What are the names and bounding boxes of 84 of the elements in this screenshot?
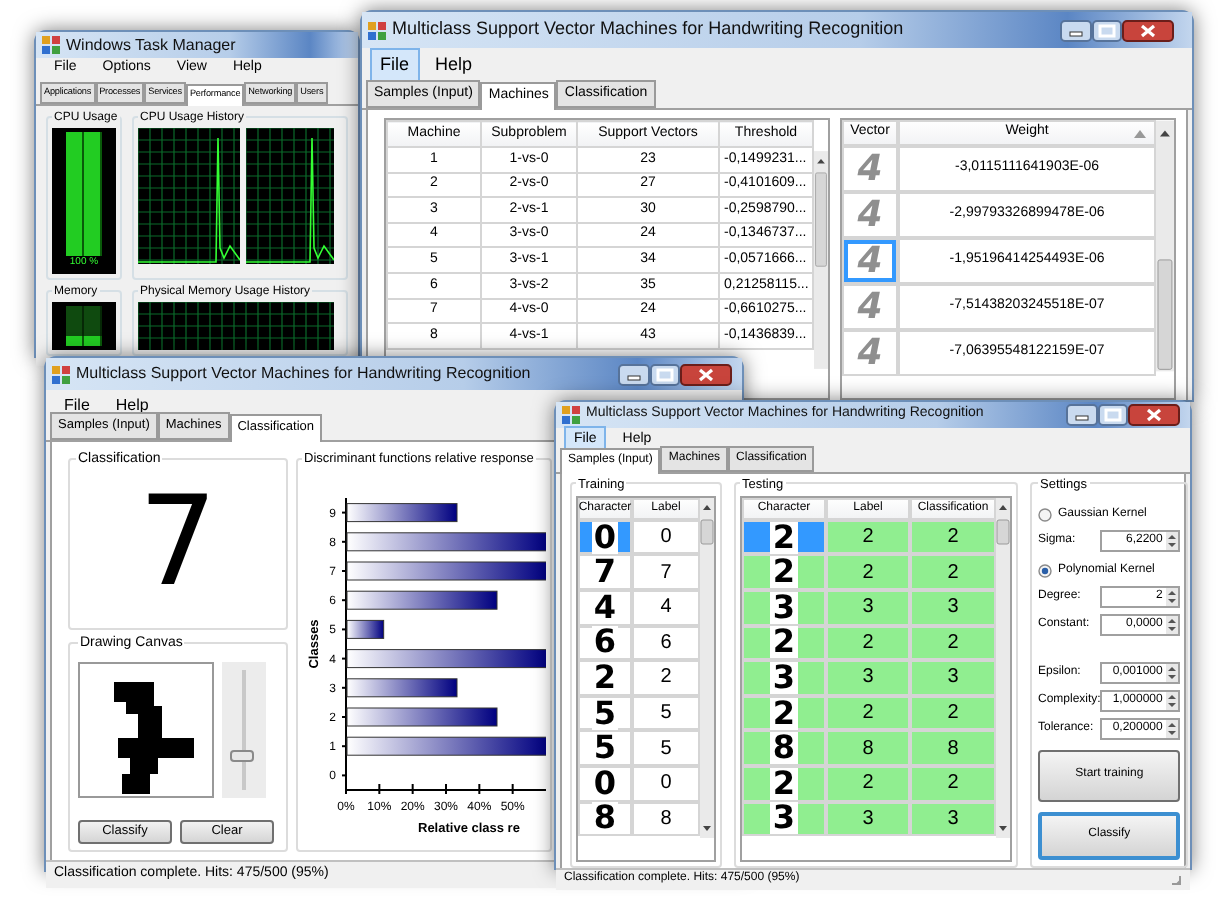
table-cell[interactable]: 5 <box>578 730 632 766</box>
maximize-button[interactable] <box>1098 404 1128 426</box>
table-cell[interactable]: 5 <box>578 695 632 731</box>
table-cell: 2 <box>910 625 996 661</box>
table-cell: 2 <box>910 765 996 801</box>
cpu-history-graph <box>246 128 334 264</box>
table-cell: 8 <box>826 730 910 766</box>
table-cell: 2 <box>826 554 910 590</box>
scrollbar[interactable] <box>996 497 1010 838</box>
minimize-button[interactable] <box>1060 19 1092 41</box>
scrollbar[interactable] <box>1156 120 1174 372</box>
menu-item[interactable]: Help <box>425 47 483 83</box>
radio-button[interactable] <box>1038 563 1052 578</box>
table-cell[interactable]: 3 <box>742 801 826 837</box>
maximize-button[interactable] <box>1092 19 1122 41</box>
table-cell: 6 <box>632 625 700 661</box>
table-cell: 2 <box>826 765 910 801</box>
slider-thumb[interactable] <box>230 750 254 762</box>
table-cell: 2 <box>910 519 996 555</box>
table-cell: 3 <box>910 589 996 626</box>
resize-grip-icon[interactable] <box>1170 873 1182 886</box>
table-cell: 5 <box>632 730 700 766</box>
table-cell[interactable]: 6 <box>578 625 632 661</box>
table-cell[interactable]: 4 <box>578 589 632 626</box>
spinner-arrows-icon[interactable] <box>1166 615 1179 634</box>
table-cell[interactable]: 2 <box>742 519 826 555</box>
bar <box>346 677 458 697</box>
table-cell: 3 <box>826 589 910 626</box>
table-cell: 2 <box>826 519 910 555</box>
window-title: Windows Task Manager <box>66 33 238 57</box>
app-icon <box>562 406 580 424</box>
window-title: Multiclass Support Vector Machines for Handwriting Recognition <box>76 362 533 386</box>
table-cell[interactable]: 2 <box>742 625 826 661</box>
app-icon <box>42 36 60 54</box>
sort-arrow-icon <box>1134 130 1147 138</box>
spinner-arrows-icon[interactable] <box>1166 663 1179 682</box>
window-title: Multiclass Support Vector Machines for Handwriting Recognition <box>392 16 906 43</box>
app-icon <box>368 21 386 39</box>
table-cell: 4 <box>632 589 700 626</box>
table-cell: 8 <box>910 730 996 766</box>
table-cell: 3 <box>826 660 910 696</box>
table-cell[interactable]: 2 <box>742 765 826 801</box>
table-cell[interactable]: 2 <box>742 695 826 731</box>
spinner-arrows-icon[interactable] <box>1166 531 1179 550</box>
table-cell[interactable]: 0 <box>578 519 632 555</box>
slider[interactable] <box>222 661 266 797</box>
table-cell: 8 <box>632 801 700 837</box>
bar <box>346 619 385 639</box>
table-cell: 5 <box>632 695 700 731</box>
app-icon <box>52 365 70 383</box>
table-cell[interactable]: 2 <box>742 554 826 590</box>
minimize-button[interactable] <box>618 363 650 385</box>
table-cell: 2 <box>632 660 700 696</box>
table-cell: 0 <box>632 765 700 801</box>
table-cell: 3 <box>910 801 996 837</box>
table-cell[interactable]: 3 <box>742 660 826 696</box>
cpu-history-graph <box>138 128 240 264</box>
spinner-arrows-icon[interactable] <box>1166 691 1179 710</box>
close-button[interactable] <box>680 363 732 385</box>
spinner-arrows-icon[interactable] <box>1166 719 1179 738</box>
table-cell: 3 <box>826 801 910 837</box>
bar <box>346 502 458 522</box>
maximize-button[interactable] <box>650 363 680 385</box>
close-button[interactable] <box>1122 19 1174 41</box>
table-cell[interactable]: 0 <box>578 765 632 801</box>
classification-result: 7 <box>138 471 218 611</box>
table-cell[interactable]: 3 <box>742 589 826 626</box>
table-cell: 7 <box>632 554 700 590</box>
table-cell[interactable]: 8 <box>742 730 826 766</box>
table-cell: 0 <box>632 519 700 555</box>
close-button[interactable] <box>1128 404 1180 426</box>
radio-button[interactable] <box>1038 507 1052 522</box>
table-cell: 2 <box>910 695 996 731</box>
table-cell: 2 <box>826 695 910 731</box>
table-cell: 2 <box>826 625 910 661</box>
table-cell: 3 <box>910 660 996 696</box>
spinner-arrows-icon[interactable] <box>1166 587 1179 606</box>
table-cell[interactable]: 7 <box>578 554 632 590</box>
drawing-canvas[interactable] <box>78 661 214 797</box>
table-cell[interactable]: 8 <box>578 801 632 837</box>
scrollbar[interactable] <box>700 497 714 838</box>
minimize-button[interactable] <box>1066 404 1098 426</box>
table-cell: 2 <box>910 554 996 590</box>
table-cell[interactable]: 2 <box>578 660 632 696</box>
